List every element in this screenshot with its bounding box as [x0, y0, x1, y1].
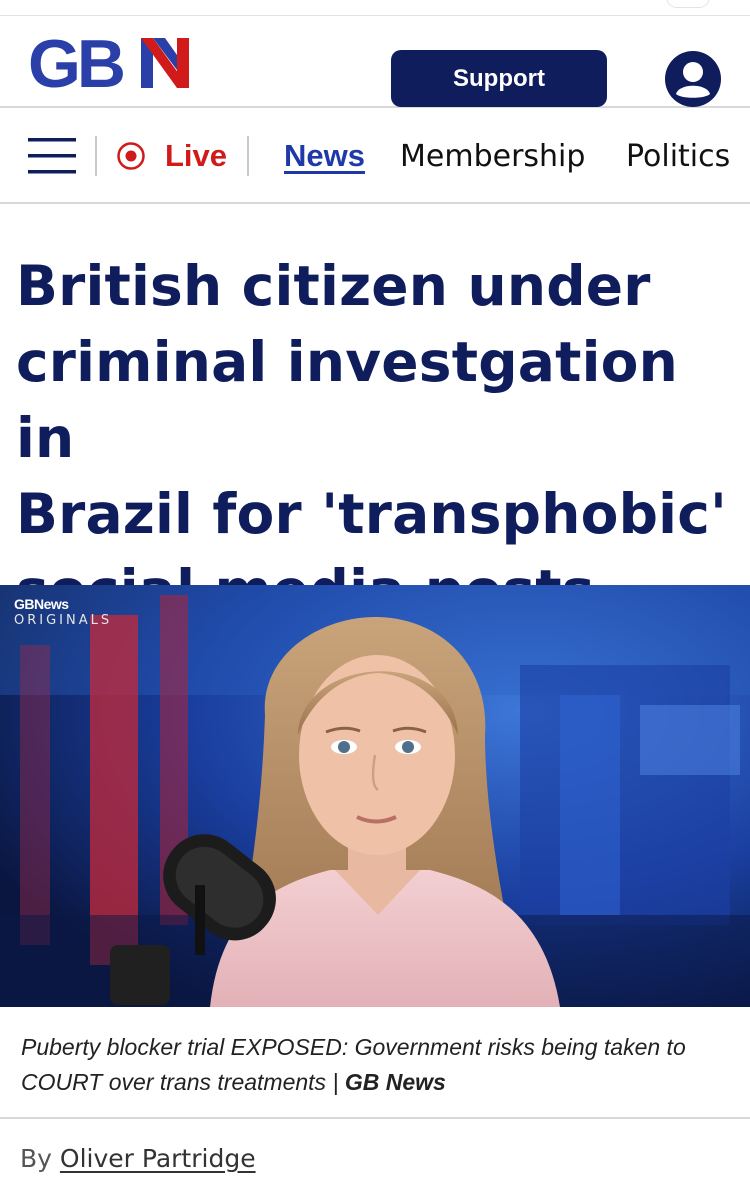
- nav-item-news[interactable]: News: [284, 108, 365, 202]
- badge-brand: GBNews: [14, 596, 69, 612]
- byline-prefix: By: [20, 1144, 52, 1173]
- main-navigation: Live News Membership Politics: [0, 108, 750, 204]
- site-header: GB Support: [0, 16, 750, 108]
- user-circle-icon[interactable]: [664, 50, 722, 108]
- nav-divider: [247, 136, 249, 176]
- author-link[interactable]: Oliver Partridge: [60, 1144, 256, 1173]
- hamburger-icon[interactable]: [28, 108, 76, 202]
- gbnews-originals-badge: GBNews ORIGINALS: [14, 596, 112, 628]
- caption-source: GB News: [344, 1069, 446, 1095]
- support-button[interactable]: Support: [391, 50, 607, 107]
- byline: By Oliver Partridge: [20, 1144, 256, 1173]
- badge-subtitle: ORIGINALS: [14, 613, 113, 628]
- gbn-logo-icon: GB: [28, 30, 189, 94]
- gbnews-logo[interactable]: GB: [28, 30, 198, 94]
- presenter-image: [0, 585, 750, 1007]
- article-headline: British citizen under criminal investgat…: [16, 248, 736, 628]
- article-hero-video[interactable]: GBNews ORIGINALS: [0, 585, 750, 1007]
- headline-line: British citizen under: [16, 254, 651, 318]
- svg-text:GB: GB: [28, 30, 124, 94]
- live-dot-icon: [117, 142, 145, 170]
- headline-line: criminal investgation in: [16, 330, 678, 470]
- top-strip: [0, 0, 750, 16]
- nav-divider: [95, 136, 97, 176]
- live-link[interactable]: Live: [116, 108, 228, 202]
- headline-line: Brazil for 'transphobic': [16, 482, 728, 546]
- live-label: Live: [165, 138, 228, 173]
- nav-item-politics[interactable]: Politics: [626, 108, 730, 202]
- top-handle: [666, 0, 710, 8]
- image-caption: Puberty blocker trial EXPOSED: Governmen…: [21, 1030, 721, 1100]
- nav-item-membership[interactable]: Membership: [400, 108, 585, 202]
